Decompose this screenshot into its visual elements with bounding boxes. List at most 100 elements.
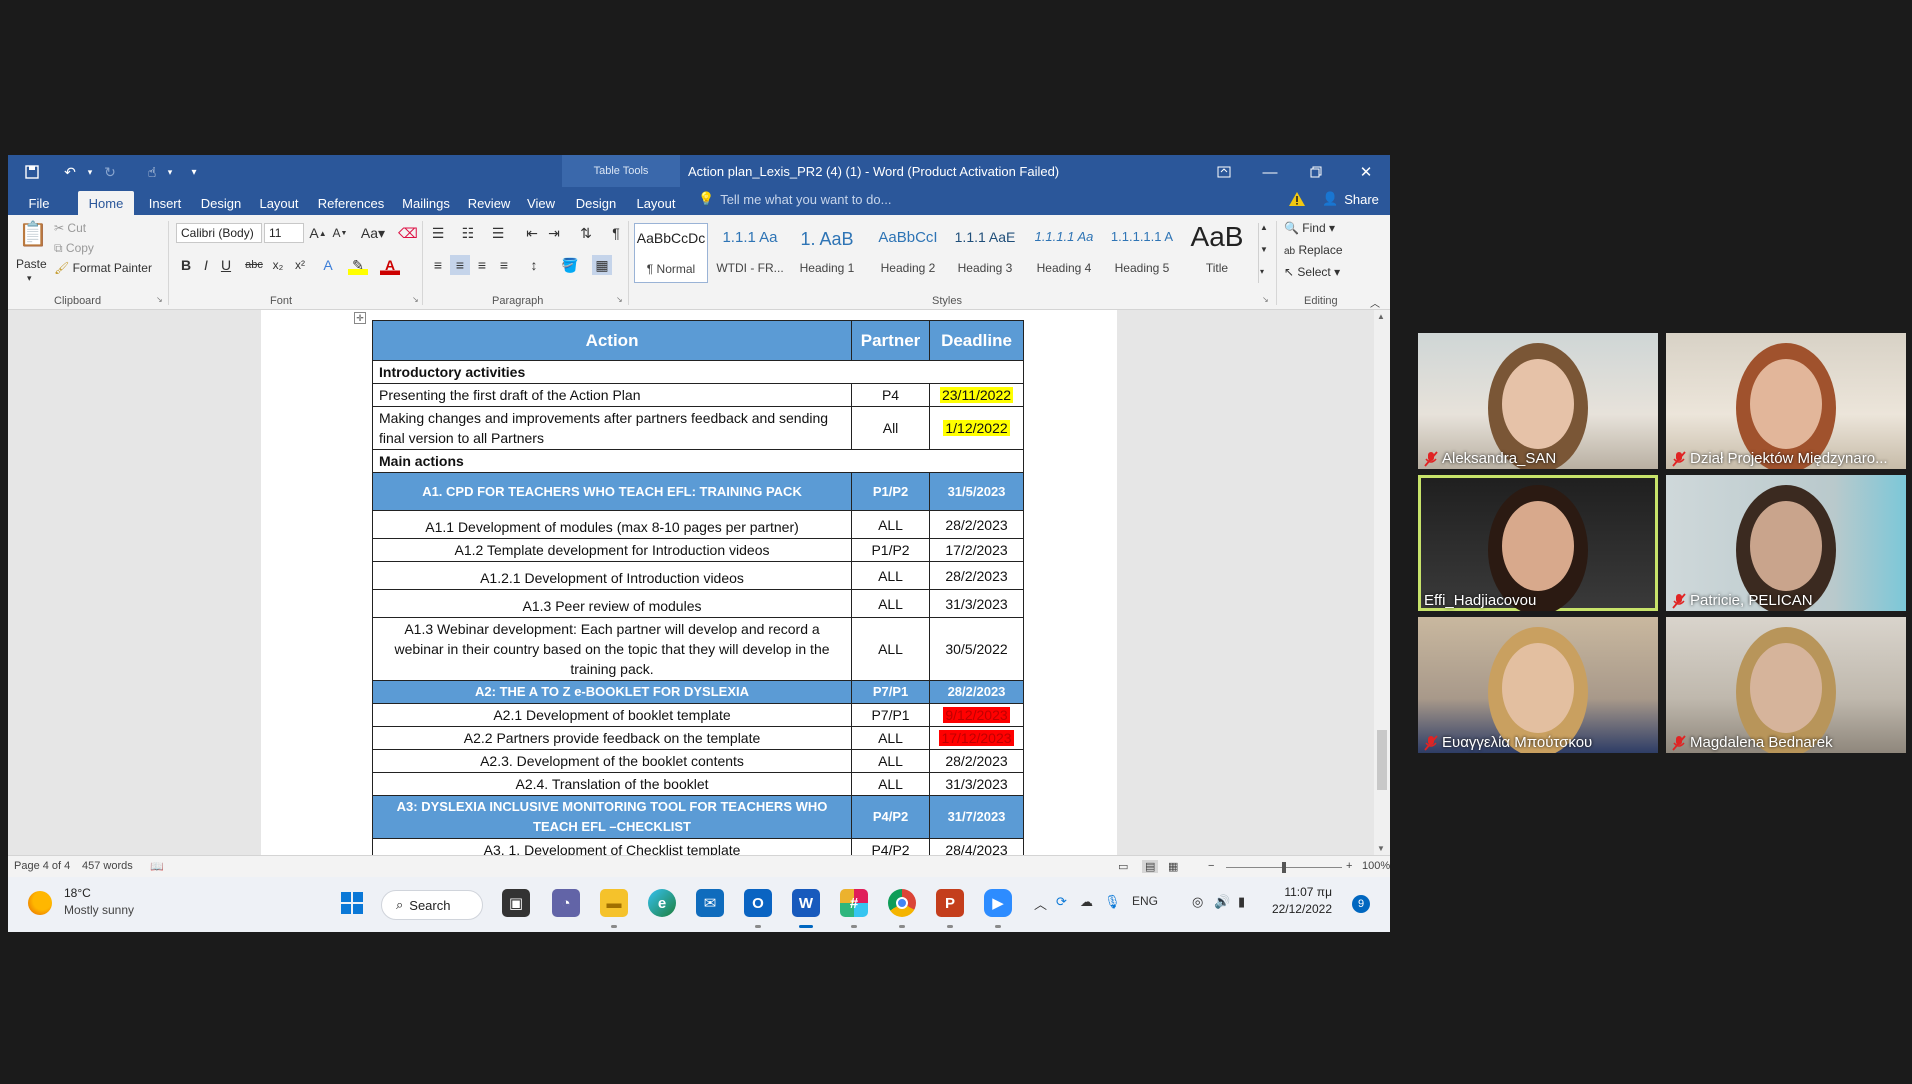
- tray-chevron-icon[interactable]: ︿: [1034, 894, 1047, 913]
- font-color-icon[interactable]: A: [380, 255, 400, 275]
- volume-icon[interactable]: 🔊: [1214, 894, 1230, 910]
- onedrive-icon[interactable]: ☁: [1080, 894, 1093, 910]
- style-heading-2[interactable]: AaBbCcI Heading 2: [870, 223, 946, 283]
- zoom-in-icon[interactable]: +: [1346, 860, 1352, 872]
- edge-icon[interactable]: e: [648, 889, 676, 917]
- warning-icon[interactable]: [1288, 191, 1306, 207]
- web-layout-icon[interactable]: ▦: [1168, 860, 1178, 873]
- weather-temp[interactable]: 18°C: [64, 886, 91, 900]
- table-row[interactable]: A3. 1. Development of Checklist template…: [371, 838, 1024, 855]
- align-left-icon[interactable]: ≡: [428, 255, 448, 275]
- paste-dropdown-icon[interactable]: ▾: [27, 273, 32, 284]
- table-row[interactable]: A2.2 Partners provide feedback on the te…: [371, 726, 1024, 750]
- increase-indent-icon[interactable]: ⇥: [544, 223, 564, 243]
- shading-icon[interactable]: 🪣: [560, 255, 580, 275]
- scroll-down-icon[interactable]: ▼: [1377, 844, 1385, 853]
- clear-formatting-icon[interactable]: ⌫: [398, 223, 418, 243]
- tab-references[interactable]: References: [310, 191, 392, 215]
- styles-scroll[interactable]: ▲ ▼ ▾: [1258, 223, 1270, 283]
- tab-insert[interactable]: Insert: [140, 191, 190, 215]
- select-button[interactable]: ↖ Select ▾: [1284, 265, 1340, 279]
- table-row[interactable]: A1.2 Template development for Introducti…: [371, 538, 1024, 562]
- weather-sun-icon[interactable]: [28, 891, 52, 915]
- read-mode-icon[interactable]: ▭: [1118, 860, 1128, 873]
- table-row[interactable]: A3: DYSLEXIA INCLUSIVE MONITORING TOOL F…: [371, 795, 1024, 839]
- participant-tile[interactable]: Effi_Hadjiacovou: [1418, 475, 1658, 611]
- table-row[interactable]: A2.4. Translation of the booklet ALL 31/3/…: [371, 772, 1024, 796]
- restore-icon[interactable]: [1294, 159, 1338, 185]
- table-row[interactable]: A2.1 Development of booklet template P7/P…: [371, 703, 1024, 727]
- scroll-thumb[interactable]: [1377, 730, 1387, 790]
- subscript-icon[interactable]: x₂: [268, 255, 288, 275]
- tab-layout[interactable]: Layout: [252, 191, 306, 215]
- vertical-scrollbar[interactable]: ▲ ▼: [1374, 310, 1390, 855]
- close-icon[interactable]: ✕: [1344, 159, 1388, 185]
- tab-view[interactable]: View: [518, 191, 564, 215]
- sync-icon[interactable]: ⟳: [1056, 894, 1067, 910]
- style-heading-5[interactable]: 1.1.1.1.1 A Heading 5: [1104, 223, 1180, 283]
- tab-table-layout[interactable]: Layout: [628, 191, 684, 215]
- decrease-indent-icon[interactable]: ⇤: [522, 223, 542, 243]
- zoom-thumb[interactable]: [1282, 862, 1286, 873]
- file-explorer-icon[interactable]: ▬: [600, 889, 628, 917]
- underline-icon[interactable]: U: [216, 255, 236, 275]
- zoom-out-icon[interactable]: −: [1208, 860, 1214, 872]
- style-heading-3[interactable]: 1.1.1 AaE Heading 3: [948, 223, 1022, 283]
- highlight-icon[interactable]: ✎: [348, 255, 368, 275]
- styles-launcher-icon[interactable]: ↘: [1262, 295, 1269, 304]
- italic-icon[interactable]: I: [196, 255, 216, 275]
- participant-tile[interactable]: Aleksandra_SAN: [1418, 333, 1658, 469]
- table-row[interactable]: Main actions: [372, 449, 1024, 473]
- battery-icon[interactable]: ▮: [1238, 894, 1245, 910]
- table-row[interactable]: A1. CPD FOR TEACHERS WHO TEACH EFL: TRAI…: [371, 472, 1024, 511]
- minimize-icon[interactable]: —: [1248, 159, 1292, 185]
- borders-icon[interactable]: ▦: [592, 255, 612, 275]
- page-count[interactable]: Page 4 of 4: [14, 860, 70, 872]
- find-button[interactable]: 🔍 Find ▾: [1284, 221, 1335, 235]
- tab-mailings[interactable]: Mailings: [394, 191, 458, 215]
- paragraph-launcher-icon[interactable]: ↘: [616, 295, 623, 304]
- style-normal[interactable]: AaBbCcDc ¶ Normal: [634, 223, 708, 283]
- align-center-icon[interactable]: ≡: [450, 255, 470, 275]
- word-icon[interactable]: W: [792, 889, 820, 917]
- bullets-icon[interactable]: ☰: [428, 223, 448, 243]
- tab-file[interactable]: File: [22, 191, 56, 215]
- styles-up-icon[interactable]: ▲: [1260, 223, 1268, 232]
- touch-dropdown-icon[interactable]: ▾: [158, 161, 182, 183]
- paste-button[interactable]: Paste: [16, 257, 47, 271]
- task-view-icon[interactable]: ▣: [502, 889, 530, 917]
- cut-button[interactable]: ✂ Cut: [54, 221, 86, 235]
- participant-tile[interactable]: Patricie, PELICAN: [1666, 475, 1906, 611]
- tell-me-search[interactable]: 💡 Tell me what you want to do...: [698, 191, 891, 207]
- zoom-app-icon[interactable]: ▶: [984, 889, 1012, 917]
- change-case-icon[interactable]: Aa▾: [358, 223, 388, 243]
- tab-home[interactable]: Home: [78, 191, 134, 215]
- table-move-handle-icon[interactable]: ✛: [354, 312, 366, 324]
- share-button[interactable]: 👤 Share: [1322, 191, 1379, 207]
- weather-desc[interactable]: Mostly sunny: [64, 903, 134, 917]
- strikethrough-icon[interactable]: abc: [244, 255, 264, 275]
- sort-icon[interactable]: ⇅: [576, 223, 596, 243]
- participant-tile[interactable]: Ευαγγελία Μπούτσκου: [1418, 617, 1658, 753]
- scroll-up-icon[interactable]: ▲: [1377, 312, 1385, 321]
- style-heading-4[interactable]: 1.1.1.1 Aa Heading 4: [1026, 223, 1102, 283]
- teams-chat-icon[interactable]: ◔: [552, 889, 580, 917]
- proofing-icon[interactable]: 📖: [150, 860, 164, 873]
- participant-tile[interactable]: Dział Projektów Międzynaro...: [1666, 333, 1906, 469]
- tab-review[interactable]: Review: [462, 191, 516, 215]
- styles-down-icon[interactable]: ▼: [1260, 245, 1268, 254]
- style-heading-1[interactable]: 1. AaB Heading 1: [790, 223, 864, 283]
- microphone-icon[interactable]: 🎙: [1104, 894, 1121, 910]
- table-row[interactable]: A1.3 Webinar development: Each partner w…: [371, 617, 1024, 681]
- style-wtdi[interactable]: 1.1.1 Aa WTDI - FR...: [712, 223, 788, 283]
- shrink-font-icon[interactable]: A ▼: [330, 223, 350, 243]
- paste-icon[interactable]: 📋: [18, 219, 48, 249]
- numbering-icon[interactable]: ☷: [458, 223, 478, 243]
- format-painter-button[interactable]: 🖌 Format Painter: [54, 261, 152, 275]
- tab-design[interactable]: Design: [194, 191, 248, 215]
- slack-icon[interactable]: #: [840, 889, 868, 917]
- ribbon-display-icon[interactable]: [1202, 159, 1246, 185]
- multilevel-list-icon[interactable]: ☰: [488, 223, 508, 243]
- table-row[interactable]: Presenting the first draft of the Action…: [371, 383, 1024, 407]
- table-row[interactable]: Making changes and improvements after pa…: [371, 406, 1024, 450]
